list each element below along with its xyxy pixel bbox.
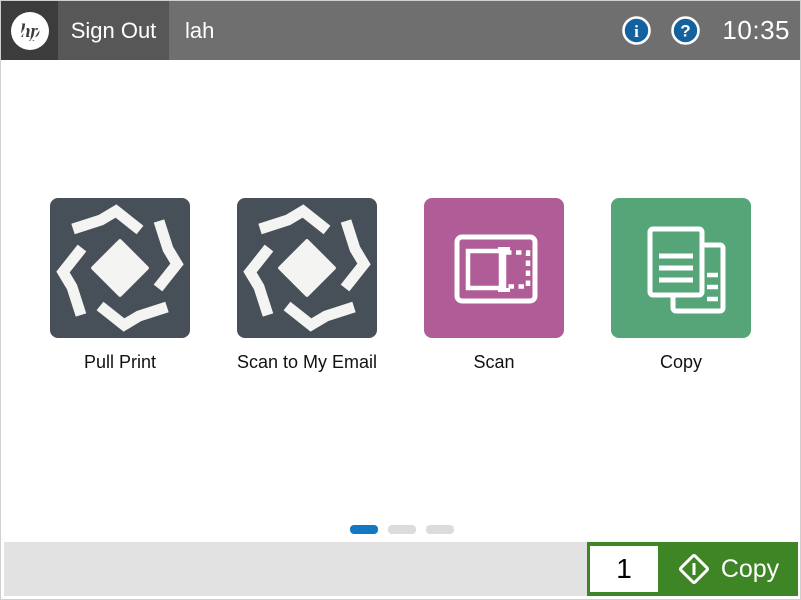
- sign-out-button[interactable]: Sign Out: [58, 1, 169, 60]
- quick-copy-widget: 1 Copy: [587, 542, 798, 596]
- top-bar-status-area: i ? 10:35: [612, 15, 800, 46]
- app-label-copy: Copy: [660, 352, 702, 373]
- pinwheel-icon: [50, 198, 190, 338]
- app-label-pull-print: Pull Print: [84, 352, 156, 373]
- app-label-scan-to-my-email: Scan to My Email: [237, 352, 377, 373]
- app-pull-print: Pull Print: [50, 198, 190, 343]
- help-icon: ?: [670, 15, 701, 46]
- clock: 10:35: [722, 15, 790, 46]
- help-button[interactable]: ?: [670, 15, 701, 46]
- copies-count-field[interactable]: 1: [590, 546, 658, 592]
- svg-text:i: i: [635, 22, 640, 41]
- printer-home-screen: hp Sign Out lah i ? 10:35: [0, 0, 801, 600]
- page-indicator-dot-2[interactable]: [388, 525, 416, 534]
- app-tile-pull-print[interactable]: [50, 198, 190, 338]
- hp-logo: hp: [1, 1, 58, 60]
- scanner-glass-icon: [424, 198, 564, 338]
- page-indicator-dot-1[interactable]: [350, 525, 378, 534]
- signed-in-username: lah: [185, 18, 214, 44]
- app-scan: Scan: [424, 198, 564, 343]
- app-label-scan: Scan: [473, 352, 514, 373]
- info-button[interactable]: i: [621, 15, 652, 46]
- app-tile-scan-to-my-email[interactable]: [237, 198, 377, 338]
- bottom-bar: 1 Copy: [4, 542, 798, 596]
- page-indicator-dot-3[interactable]: [426, 525, 454, 534]
- info-icon: i: [621, 15, 652, 46]
- copy-documents-icon: [611, 198, 751, 338]
- page-indicator: [350, 525, 464, 534]
- svg-text:?: ?: [681, 22, 691, 41]
- quick-copy-button[interactable]: Copy: [658, 542, 798, 596]
- pinwheel-icon: [237, 198, 377, 338]
- start-copy-diamond-icon: [677, 552, 711, 586]
- app-tile-copy[interactable]: [611, 198, 751, 338]
- app-tile-scan[interactable]: [424, 198, 564, 338]
- top-bar: hp Sign Out lah i ? 10:35: [1, 1, 800, 60]
- hp-logo-icon: hp: [9, 10, 51, 52]
- quick-copy-button-label: Copy: [721, 555, 779, 584]
- app-copy: Copy: [611, 198, 751, 343]
- app-scan-to-my-email: Scan to My Email: [237, 198, 377, 343]
